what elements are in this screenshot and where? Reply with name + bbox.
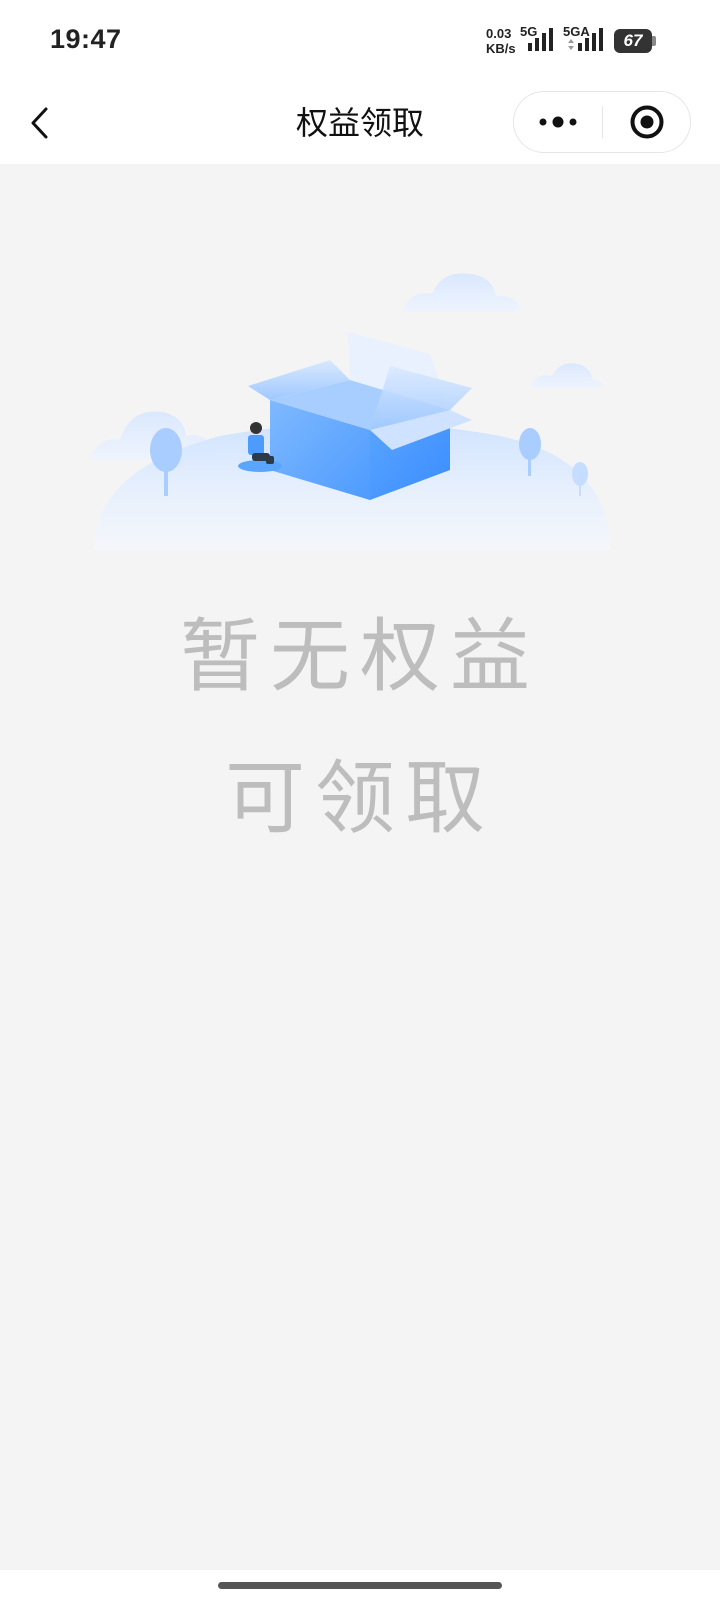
battery-icon: 67	[614, 29, 656, 53]
empty-box-illustration	[90, 273, 610, 550]
empty-state-title: 暂无权益	[180, 610, 540, 703]
more-button[interactable]	[514, 92, 602, 152]
chevron-left-icon	[31, 107, 48, 139]
back-button[interactable]	[20, 100, 60, 146]
page-title: 权益领取	[295, 104, 424, 142]
network-speed-unit: KB/s	[486, 41, 516, 56]
page-content: 暂无权益 可领取	[0, 164, 720, 1570]
battery-tip	[652, 36, 656, 46]
target-circle-icon	[630, 105, 664, 139]
home-indicator-area	[0, 1570, 720, 1600]
cellular-signal-icon	[528, 28, 553, 51]
cellular-signal-icon-2	[568, 28, 603, 51]
empty-state-subtitle: 可领取	[225, 752, 495, 845]
status-time: 19:47	[50, 24, 122, 54]
mini-program-capsule	[513, 91, 691, 153]
navigation-bar: 权益领取	[0, 82, 720, 164]
network-speed-value: 0.03	[486, 26, 512, 41]
more-dots-icon	[539, 116, 577, 128]
close-mini-program-button[interactable]	[603, 92, 691, 152]
battery-level: 67	[614, 29, 652, 53]
network-speed: 0.03 KB/s	[486, 26, 520, 56]
home-indicator[interactable]	[218, 1582, 502, 1589]
status-bar: 19:47 0.03 KB/s 5G 5GA 67	[0, 0, 720, 82]
